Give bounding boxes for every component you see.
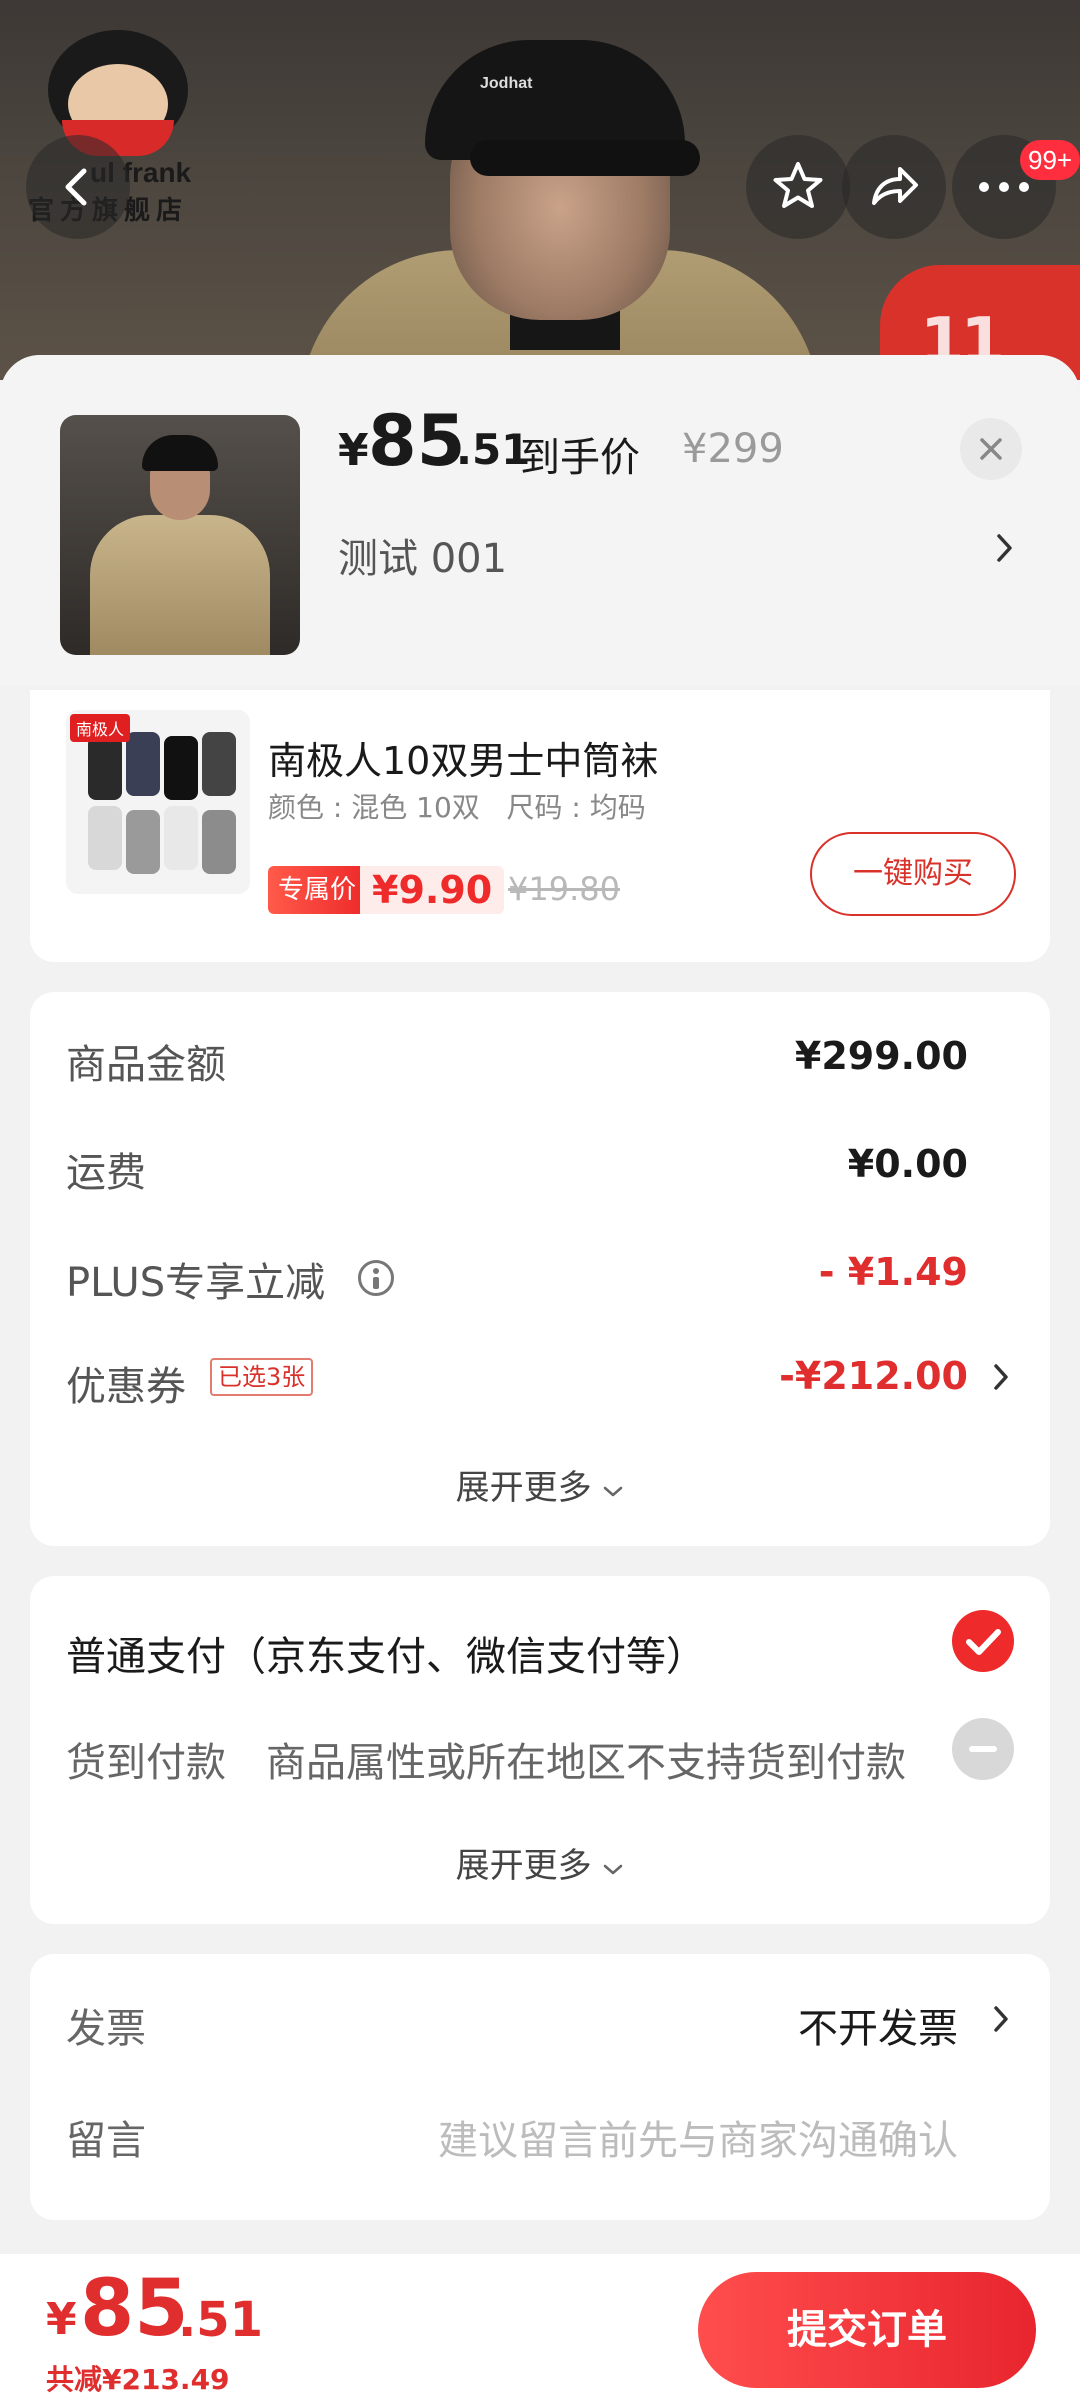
close-button[interactable] — [960, 418, 1022, 480]
chevron-right-icon[interactable] — [995, 532, 1015, 564]
expand-more-label: 展开更多 — [455, 1468, 592, 1508]
invoice-card: 发票 不开发票 留言 建议留言前先与商家沟通确认 — [30, 1954, 1050, 2220]
sock — [126, 732, 160, 796]
chevron-left-icon — [65, 168, 87, 206]
thumb-cap — [142, 435, 218, 471]
product-thumbnail — [60, 415, 300, 655]
message-input[interactable]: 建议留言前先与商家沟通确认 — [438, 2108, 958, 2166]
one-click-buy-button[interactable]: 一键购买 — [810, 832, 1016, 916]
total-decimal: .51 — [178, 2292, 264, 2348]
sock — [202, 732, 236, 796]
total-saved: 共减¥213.49 — [46, 2363, 230, 2396]
sock — [164, 806, 198, 870]
upsell-original-price: ¥19.80 — [508, 870, 620, 908]
chevron-right-icon[interactable] — [992, 2004, 1010, 2034]
share-button[interactable] — [842, 135, 946, 239]
info-icon[interactable] — [358, 1260, 394, 1296]
check-glyph — [966, 1629, 1001, 1655]
final-price-label: 到手价 — [520, 435, 640, 481]
sock — [88, 736, 122, 800]
subtotal-label: 商品金额 — [66, 1042, 226, 1088]
coupon-label: 优惠券 — [66, 1364, 186, 1410]
cap-logo-text: Jodhat — [480, 75, 533, 92]
upsell-spec: 颜色 : 混色 10双 尺码 : 均码 — [268, 791, 646, 824]
invoice-label: 发票 — [66, 2006, 146, 2052]
exclusive-price: ¥9.90 — [360, 866, 505, 914]
close-icon — [980, 438, 1002, 460]
chevron-down-icon — [604, 1486, 623, 1497]
socks-thumbnail: 南极人 — [66, 710, 250, 894]
chevron-down-icon — [604, 1864, 623, 1875]
exclusive-price-tag: 专属价 — [268, 866, 367, 914]
star-icon — [773, 162, 823, 208]
socks-brand-tag: 南极人 — [70, 714, 131, 742]
selected-spec[interactable]: 测试 001 — [338, 526, 507, 584]
sock — [88, 806, 122, 870]
coupon-count-badge: 已选3张 — [210, 1358, 314, 1396]
chevron-right-icon[interactable] — [992, 1362, 1010, 1392]
total-integer: 85 — [80, 2264, 189, 2354]
back-button[interactable] — [26, 135, 130, 239]
normal-payment-option[interactable]: 普通支付（京东支付、微信支付等） — [66, 1624, 706, 1682]
shipping-value: ¥0.00 — [847, 1142, 968, 1186]
plus-discount-value: - ¥1.49 — [818, 1250, 968, 1294]
submit-order-button[interactable]: 提交订单 — [698, 2272, 1036, 2388]
sock — [202, 810, 236, 874]
invoice-value[interactable]: 不开发票 — [798, 1996, 958, 2054]
original-price: ¥299 — [682, 426, 784, 472]
subtotal-value: ¥299.00 — [794, 1034, 968, 1078]
disabled-icon — [952, 1718, 1014, 1780]
favorite-button[interactable] — [746, 135, 850, 239]
sock — [164, 736, 198, 800]
notification-badge: 99+ — [1020, 140, 1080, 180]
expand-more-label: 展开更多 — [455, 1846, 592, 1886]
upsell-card: 南极人 南极人10双男士中筒袜 颜色 : 混色 10双 尺码 : 均码 专属价 … — [30, 690, 1050, 962]
payment-card: 普通支付（京东支付、微信支付等） 货到付款 商品属性或所在地区不支持货到付款 展… — [30, 1576, 1050, 1924]
plus-discount-label: PLUS专享立减 — [66, 1260, 326, 1306]
expand-more-amounts[interactable]: 展开更多 — [30, 1460, 1050, 1509]
checkmark-icon[interactable] — [952, 1610, 1014, 1672]
shipping-label: 运费 — [66, 1150, 146, 1196]
price-currency: ¥ — [338, 425, 369, 476]
thumb-coat — [90, 515, 270, 655]
upsell-title: 南极人10双男士中筒袜 — [268, 739, 659, 783]
cod-label: 货到付款 — [66, 1740, 226, 1786]
checkout-footer: ¥ 85 .51 共减¥213.49 提交订单 — [0, 2254, 1080, 2400]
cod-unavailable-note: 商品属性或所在地区不支持货到付款 — [266, 1740, 906, 1786]
more-dots-icon — [979, 182, 1029, 192]
total-currency: ¥ — [46, 2294, 77, 2345]
sock — [126, 810, 160, 874]
model-cap-brim — [470, 140, 700, 176]
price-integer: 85 — [368, 400, 466, 482]
message-label: 留言 — [66, 2118, 146, 2164]
share-icon — [872, 167, 918, 205]
amounts-card: 商品金额 ¥299.00 运费 ¥0.00 PLUS专享立减 - ¥1.49 优… — [30, 992, 1050, 1546]
expand-more-payment[interactable]: 展开更多 — [30, 1838, 1050, 1887]
coupon-value[interactable]: -¥212.00 — [779, 1354, 968, 1398]
